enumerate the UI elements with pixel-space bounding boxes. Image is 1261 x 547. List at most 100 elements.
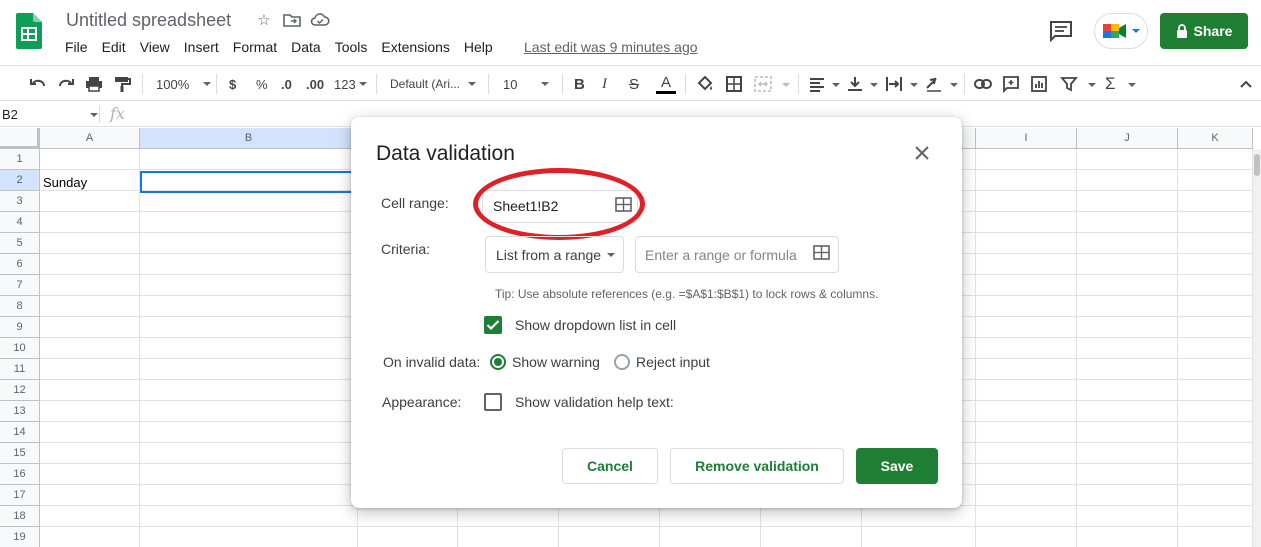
row-header-19[interactable]: 19 <box>0 527 40 547</box>
print-icon[interactable] <box>84 74 104 94</box>
row-header-1[interactable]: 1 <box>0 149 40 170</box>
insert-comment-icon[interactable] <box>1002 74 1020 94</box>
row-header-12[interactable]: 12 <box>0 380 40 401</box>
italic-button[interactable]: I <box>602 74 607 94</box>
criteria-select[interactable]: List from a range <box>485 236 624 273</box>
help-text-checkbox[interactable] <box>484 393 502 411</box>
reject-input-radio[interactable] <box>614 354 630 370</box>
increase-decimal-button[interactable]: .00 <box>306 74 324 94</box>
row-header-13[interactable]: 13 <box>0 401 40 422</box>
zoom-select[interactable]: 100% <box>156 74 212 94</box>
select-all-corner[interactable] <box>0 128 40 149</box>
select-data-range-icon[interactable] <box>813 245 830 260</box>
column-header-j[interactable]: J <box>1077 128 1178 149</box>
menu-help[interactable]: Help <box>457 37 500 57</box>
bold-button[interactable]: B <box>574 74 585 94</box>
merge-caret-icon[interactable] <box>782 83 790 87</box>
comment-history-icon[interactable] <box>1049 20 1073 42</box>
name-box-caret-icon[interactable] <box>90 113 98 117</box>
insert-chart-icon[interactable] <box>1030 74 1048 94</box>
star-icon[interactable]: ☆ <box>254 10 274 30</box>
horizontal-align-caret-icon[interactable] <box>832 83 840 87</box>
menu-edit[interactable]: Edit <box>95 37 133 57</box>
insert-link-icon[interactable] <box>973 74 993 94</box>
column-header-a[interactable]: A <box>40 128 140 149</box>
menu-tools[interactable]: Tools <box>328 37 375 57</box>
row-header-4[interactable]: 4 <box>0 212 40 233</box>
menu-extensions[interactable]: Extensions <box>374 37 456 57</box>
menu-file[interactable]: File <box>58 37 95 57</box>
show-warning-label[interactable]: Show warning <box>512 354 600 370</box>
show-warning-radio[interactable] <box>490 354 506 370</box>
column-header-k[interactable]: K <box>1178 128 1253 149</box>
last-edit-link[interactable]: Last edit was 9 minutes ago <box>524 39 698 55</box>
text-color-button[interactable]: A <box>656 74 676 94</box>
help-text-label[interactable]: Show validation help text: <box>515 394 674 410</box>
name-box[interactable]: B2 <box>2 107 18 122</box>
decrease-decimal-button[interactable]: .0 <box>281 74 292 94</box>
row-header-14[interactable]: 14 <box>0 422 40 443</box>
scrollbar-thumb[interactable] <box>1254 154 1260 176</box>
vertical-align-caret-icon[interactable] <box>870 83 878 87</box>
paint-format-icon[interactable] <box>112 74 132 94</box>
redo-icon[interactable] <box>56 74 76 94</box>
move-folder-icon[interactable] <box>282 10 302 30</box>
percent-format-button[interactable]: % <box>256 74 268 94</box>
save-button[interactable]: Save <box>856 448 938 484</box>
filter-icon[interactable] <box>1060 74 1078 94</box>
row-header-5[interactable]: 5 <box>0 233 40 254</box>
close-icon[interactable] <box>913 144 931 162</box>
menu-format[interactable]: Format <box>226 37 284 57</box>
row-header-10[interactable]: 10 <box>0 338 40 359</box>
row-header-17[interactable]: 17 <box>0 485 40 506</box>
borders-icon[interactable] <box>725 74 743 94</box>
show-dropdown-checkbox[interactable] <box>484 316 502 334</box>
reject-input-label[interactable]: Reject input <box>636 354 710 370</box>
meet-button[interactable] <box>1094 13 1148 49</box>
row-header-15[interactable]: 15 <box>0 443 40 464</box>
currency-format-button[interactable]: $ <box>229 74 236 94</box>
document-title[interactable]: Untitled spreadsheet <box>66 10 231 31</box>
show-dropdown-label[interactable]: Show dropdown list in cell <box>515 317 676 333</box>
cloud-saved-icon[interactable] <box>310 10 330 30</box>
selected-cell-b2[interactable] <box>140 171 358 193</box>
text-wrap-caret-icon[interactable] <box>910 83 918 87</box>
strikethrough-button[interactable]: S <box>629 74 639 94</box>
menu-view[interactable]: View <box>133 37 177 57</box>
column-header-i[interactable]: I <box>976 128 1077 149</box>
row-header-9[interactable]: 9 <box>0 317 40 338</box>
merge-cells-icon[interactable] <box>753 74 773 94</box>
row-header-18[interactable]: 18 <box>0 506 40 527</box>
more-formats-button[interactable]: 123 <box>334 74 367 94</box>
filter-caret-icon[interactable] <box>1088 83 1096 87</box>
row-header-3[interactable]: 3 <box>0 191 40 212</box>
text-wrap-icon[interactable] <box>884 74 904 94</box>
functions-button[interactable]: Σ <box>1105 74 1116 94</box>
sheets-logo-icon[interactable] <box>16 13 42 49</box>
fill-color-icon[interactable] <box>695 74 715 94</box>
horizontal-align-icon[interactable] <box>808 74 826 94</box>
font-size-select[interactable]: 10 <box>503 74 550 94</box>
row-header-6[interactable]: 6 <box>0 254 40 275</box>
functions-caret-icon[interactable] <box>1128 83 1136 87</box>
row-header-16[interactable]: 16 <box>0 464 40 485</box>
text-rotation-caret-icon[interactable] <box>950 83 958 87</box>
cancel-button[interactable]: Cancel <box>562 448 658 484</box>
range-formula-input[interactable]: Enter a range or formula <box>635 236 839 273</box>
font-select[interactable]: Default (Ari... <box>390 74 477 94</box>
menu-insert[interactable]: Insert <box>177 37 226 57</box>
column-header-b[interactable]: B <box>140 128 358 149</box>
vertical-align-icon[interactable] <box>846 74 864 94</box>
row-header-8[interactable]: 8 <box>0 296 40 317</box>
menu-data[interactable]: Data <box>284 37 328 57</box>
remove-validation-button[interactable]: Remove validation <box>670 448 844 484</box>
row-header-2[interactable]: 2 <box>0 170 40 191</box>
vertical-scrollbar[interactable] <box>1253 149 1261 547</box>
row-header-7[interactable]: 7 <box>0 275 40 296</box>
share-button[interactable]: Share <box>1160 13 1248 49</box>
undo-icon[interactable] <box>28 74 48 94</box>
text-rotation-icon[interactable] <box>924 74 944 94</box>
cell-a2[interactable]: Sunday <box>43 175 87 190</box>
row-header-11[interactable]: 11 <box>0 359 40 380</box>
collapse-menus-icon[interactable] <box>1238 74 1254 94</box>
